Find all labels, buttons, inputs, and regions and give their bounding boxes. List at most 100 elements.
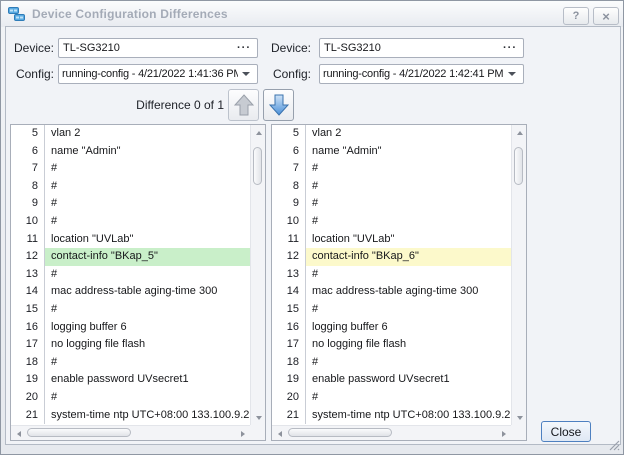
horizontal-scrollbar[interactable] <box>11 425 250 440</box>
line-text: # <box>306 195 511 213</box>
triangle-up-icon <box>256 131 262 135</box>
window-title: Device Configuration Differences <box>32 7 228 21</box>
code-line: 11location "UVLab" <box>11 231 250 249</box>
code-line: 12contact-info "BKap_6" <box>272 248 511 266</box>
line-number: 15 <box>11 301 45 319</box>
line-number: 6 <box>272 143 306 161</box>
line-number: 12 <box>272 248 306 266</box>
line-text: enable password UVsecret1 <box>306 371 511 389</box>
scrollbar-thumb[interactable] <box>27 428 131 437</box>
browse-device-left-button[interactable]: ··· <box>235 40 253 56</box>
code-line: 18# <box>11 354 250 372</box>
scroll-down-button[interactable] <box>251 410 266 425</box>
device-value-left: TL-SG3210 <box>63 42 235 54</box>
line-number: 7 <box>11 160 45 178</box>
line-text: # <box>45 213 250 231</box>
code-line: 15# <box>272 301 511 319</box>
scroll-up-button[interactable] <box>251 125 266 140</box>
title-bar[interactable]: Device Configuration Differences <box>1 1 623 27</box>
config-dropdown-right[interactable]: running-config - 4/21/2022 1:42:41 PM <box>319 64 524 84</box>
close-button[interactable]: Close <box>541 421 591 442</box>
code-line: 14mac address-table aging-time 300 <box>11 283 250 301</box>
line-number: 5 <box>11 125 45 143</box>
code-line: 6name "Admin" <box>11 143 250 161</box>
line-number: 20 <box>272 389 306 407</box>
line-text: # <box>45 195 250 213</box>
line-number: 21 <box>272 407 306 425</box>
code-line: 21system-time ntp UTC+08:00 133.100.9.2 … <box>11 407 250 425</box>
line-number: 10 <box>11 213 45 231</box>
line-text: # <box>306 266 511 284</box>
scroll-right-button[interactable] <box>496 426 511 441</box>
scrollbar-thumb[interactable] <box>288 428 392 437</box>
code-line: 20# <box>11 389 250 407</box>
triangle-up-icon <box>517 131 523 135</box>
line-text: logging buffer 6 <box>45 319 250 337</box>
device-field-left[interactable]: TL-SG3210 ··· <box>58 38 258 58</box>
code-line: 8# <box>272 178 511 196</box>
code-line: 5vlan 2 <box>272 125 511 143</box>
code-area[interactable]: 5vlan 26name "Admin"7#8#9#10#11location … <box>272 125 511 425</box>
chevron-down-icon <box>508 72 516 76</box>
line-text: mac address-table aging-time 300 <box>306 283 511 301</box>
scrollbar-thumb[interactable] <box>253 147 262 185</box>
help-button[interactable]: ? <box>563 7 589 25</box>
line-number: 7 <box>272 160 306 178</box>
line-number: 19 <box>272 371 306 389</box>
triangle-left-icon <box>17 431 21 437</box>
config-dropdown-left[interactable]: running-config - 4/21/2022 1:41:36 PM <box>58 64 258 84</box>
scroll-down-button[interactable] <box>512 410 527 425</box>
line-number: 17 <box>272 336 306 354</box>
vertical-scrollbar[interactable] <box>511 125 526 425</box>
close-window-button[interactable]: × <box>593 7 619 25</box>
device-label-left: Device: <box>9 38 54 58</box>
code-line: 9# <box>272 195 511 213</box>
line-text: # <box>306 301 511 319</box>
triangle-down-icon <box>517 416 523 420</box>
config-label-right: Config: <box>267 64 311 84</box>
scroll-left-button[interactable] <box>11 426 26 441</box>
scroll-up-button[interactable] <box>512 125 527 140</box>
code-line: 8# <box>11 178 250 196</box>
scroll-right-button[interactable] <box>235 426 250 441</box>
line-text: name "Admin" <box>45 143 250 161</box>
code-line: 12contact-info "BKap_5" <box>11 248 250 266</box>
code-line: 11location "UVLab" <box>272 231 511 249</box>
code-line: 16logging buffer 6 <box>272 319 511 337</box>
config-pane-right: 5vlan 26name "Admin"7#8#9#10#11location … <box>271 124 527 441</box>
line-number: 13 <box>272 266 306 284</box>
line-text: system-time ntp UTC+08:00 133.100.9.2 13 <box>306 407 511 425</box>
code-line: 6name "Admin" <box>272 143 511 161</box>
config-value-left: running-config - 4/21/2022 1:41:36 PM <box>62 68 238 80</box>
code-line: 5vlan 2 <box>11 125 250 143</box>
code-line: 16logging buffer 6 <box>11 319 250 337</box>
line-number: 19 <box>11 371 45 389</box>
line-number: 17 <box>11 336 45 354</box>
next-difference-button[interactable] <box>263 89 294 121</box>
line-text: contact-info "BKap_5" <box>45 248 250 266</box>
vertical-scrollbar[interactable] <box>250 125 265 425</box>
code-line: 20# <box>272 389 511 407</box>
line-number: 15 <box>272 301 306 319</box>
line-number: 18 <box>11 354 45 372</box>
line-text: mac address-table aging-time 300 <box>45 283 250 301</box>
scroll-left-button[interactable] <box>272 426 287 441</box>
line-text: # <box>45 178 250 196</box>
chevron-down-icon <box>242 72 250 76</box>
device-field-right[interactable]: TL-SG3210 ··· <box>319 38 524 58</box>
line-number: 9 <box>11 195 45 213</box>
code-line: 21system-time ntp UTC+08:00 133.100.9.2 … <box>272 407 511 425</box>
line-number: 13 <box>11 266 45 284</box>
line-number: 21 <box>11 407 45 425</box>
scrollbar-thumb[interactable] <box>514 147 523 185</box>
resize-grip-icon[interactable] <box>608 439 620 451</box>
browse-device-right-button[interactable]: ··· <box>501 40 519 56</box>
line-text: location "UVLab" <box>306 231 511 249</box>
line-text: enable password UVsecret1 <box>45 371 250 389</box>
code-line: 9# <box>11 195 250 213</box>
config-label-left: Config: <box>9 64 54 84</box>
horizontal-scrollbar[interactable] <box>272 425 511 440</box>
previous-difference-button[interactable] <box>228 89 259 121</box>
code-area[interactable]: 5vlan 26name "Admin"7#8#9#10#11location … <box>11 125 250 425</box>
code-line: 17no logging file flash <box>272 336 511 354</box>
